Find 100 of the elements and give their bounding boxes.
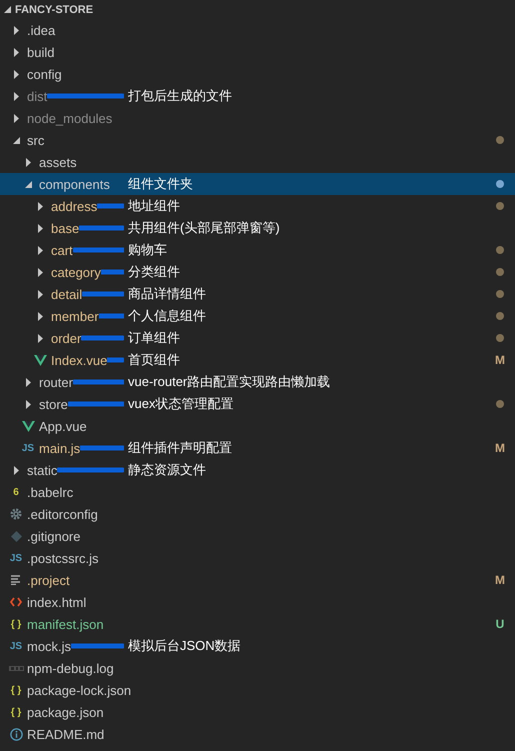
collapsed-arrow-icon[interactable] <box>38 312 42 320</box>
item-name: .project <box>27 572 70 588</box>
annotation-text: 组件文件夹 <box>128 175 193 193</box>
vue-logo-icon <box>22 420 34 432</box>
collapsed-arrow-icon[interactable] <box>14 26 18 34</box>
collapsed-arrow-icon[interactable] <box>38 334 42 342</box>
collapsed-arrow-icon[interactable] <box>26 378 30 386</box>
file-item[interactable]: npm-debug.log <box>0 657 515 679</box>
annotation-text: 分类组件 <box>128 263 180 281</box>
folder-item[interactable]: detail 商品详情组件 <box>0 283 515 305</box>
npm-logo-icon <box>8 666 24 670</box>
item-name: dist <box>27 88 48 104</box>
file-type-icon: JS <box>10 552 22 564</box>
item-name: manifest.json <box>27 616 104 632</box>
folder-item[interactable]: static 静态资源文件 <box>0 459 515 481</box>
item-name: base <box>51 220 80 236</box>
collapsed-arrow-icon[interactable] <box>38 202 42 210</box>
annotation-text: 购物车 <box>128 241 167 259</box>
folder-item[interactable]: router vue-router路由配置实现路由懒加载 <box>0 371 515 393</box>
file-item[interactable]: { } package.json <box>0 701 515 723</box>
item-name: Index.vue <box>51 352 108 368</box>
git-status-label: M <box>495 573 505 587</box>
folder-item[interactable]: build <box>0 41 515 63</box>
folder-item[interactable]: dist 打包后生成的文件 <box>0 85 515 107</box>
annotation-text: 组件插件声明配置 <box>128 439 232 457</box>
item-name: config <box>27 66 62 82</box>
file-item[interactable]: index.html <box>0 591 515 613</box>
item-name: App.vue <box>39 418 87 434</box>
file-type-icon: JS <box>10 640 22 652</box>
folder-item[interactable]: address 地址组件 <box>0 195 515 217</box>
item-name: .postcssrc.js <box>27 550 99 566</box>
file-item[interactable]: .editorconfig <box>0 503 515 525</box>
item-name: main.js <box>39 440 80 456</box>
item-name: components <box>39 176 110 192</box>
annotation-text: 静态资源文件 <box>128 461 206 479</box>
file-type-icon: { } <box>10 706 22 718</box>
collapsed-arrow-icon[interactable] <box>38 290 42 298</box>
item-name: member <box>51 308 99 324</box>
item-name: router <box>39 374 73 390</box>
annotation-text: 商品详情组件 <box>128 285 206 303</box>
folder-item[interactable]: .idea <box>0 19 515 41</box>
collapsed-arrow-icon[interactable] <box>26 400 30 408</box>
annotation-text: 首页组件 <box>128 351 180 369</box>
item-name: npm-debug.log <box>27 660 114 676</box>
item-name: store <box>39 396 68 412</box>
file-type-icon: JS <box>22 442 34 454</box>
folder-item[interactable]: assets <box>0 151 515 173</box>
annotation-text: 模拟后台JSON数据 <box>128 637 241 655</box>
file-item[interactable]: .project M <box>0 569 515 591</box>
file-item[interactable]: 6 .babelrc <box>0 481 515 503</box>
collapsed-arrow-icon[interactable] <box>14 92 18 100</box>
folder-item[interactable]: src <box>0 129 515 151</box>
annotation-text: 订单组件 <box>128 329 180 347</box>
item-name: .editorconfig <box>27 506 98 522</box>
item-name: src <box>27 132 44 148</box>
collapsed-arrow-icon[interactable] <box>14 48 18 56</box>
collapsed-arrow-icon[interactable] <box>14 70 18 78</box>
annotation-text: 打包后生成的文件 <box>128 87 232 105</box>
file-item[interactable]: JS main.js 组件插件声明配置 M <box>0 437 515 459</box>
folder-item[interactable]: config <box>0 63 515 85</box>
folder-item[interactable]: node_modules <box>0 107 515 129</box>
item-name: mock.js <box>27 638 72 654</box>
file-type-icon: { } <box>10 618 22 630</box>
explorer-header[interactable]: FANCY-STORE <box>0 0 515 19</box>
item-name: node_modules <box>27 110 112 126</box>
folder-item[interactable]: base 共用组件(头部尾部弹窗等) <box>0 217 515 239</box>
file-item[interactable]: README.md <box>0 723 515 745</box>
item-name: detail <box>51 286 82 302</box>
file-item[interactable]: Index.vue 首页组件 M <box>0 349 515 371</box>
file-item[interactable]: { } manifest.json U <box>0 613 515 635</box>
collapsed-arrow-icon[interactable] <box>38 268 42 276</box>
expanded-arrow-icon[interactable] <box>4 6 11 13</box>
file-item[interactable]: App.vue <box>0 415 515 437</box>
item-name: static <box>27 462 58 478</box>
item-name: build <box>27 44 54 60</box>
annotation-text: 共用组件(头部尾部弹窗等) <box>128 219 280 237</box>
file-type-icon: { } <box>10 684 22 696</box>
annotation-text: 个人信息组件 <box>128 307 206 325</box>
vue-logo-icon <box>34 354 46 366</box>
folder-item[interactable]: components 组件文件夹 <box>0 173 515 195</box>
file-item[interactable]: JS .postcssrc.js <box>0 547 515 569</box>
collapsed-arrow-icon[interactable] <box>26 158 30 166</box>
item-name: README.md <box>27 726 104 742</box>
expanded-arrow-icon[interactable] <box>24 180 32 188</box>
folder-item[interactable]: member 个人信息组件 <box>0 305 515 327</box>
collapsed-arrow-icon[interactable] <box>14 466 18 474</box>
file-item[interactable]: { } package-lock.json <box>0 679 515 701</box>
folder-item[interactable]: store vuex状态管理配置 <box>0 393 515 415</box>
file-item[interactable]: .gitignore <box>0 525 515 547</box>
item-name: index.html <box>27 594 86 610</box>
folder-item[interactable]: cart 购物车 <box>0 239 515 261</box>
collapsed-arrow-icon[interactable] <box>38 246 42 254</box>
collapsed-arrow-icon[interactable] <box>38 224 42 232</box>
collapsed-arrow-icon[interactable] <box>14 114 18 122</box>
git-status-label: U <box>496 617 504 631</box>
folder-item[interactable]: category 分类组件 <box>0 261 515 283</box>
expanded-arrow-icon[interactable] <box>12 136 20 144</box>
folder-item[interactable]: order 订单组件 <box>0 327 515 349</box>
file-item[interactable]: JS mock.js 模拟后台JSON数据 <box>0 635 515 657</box>
project-title: FANCY-STORE <box>15 4 94 16</box>
